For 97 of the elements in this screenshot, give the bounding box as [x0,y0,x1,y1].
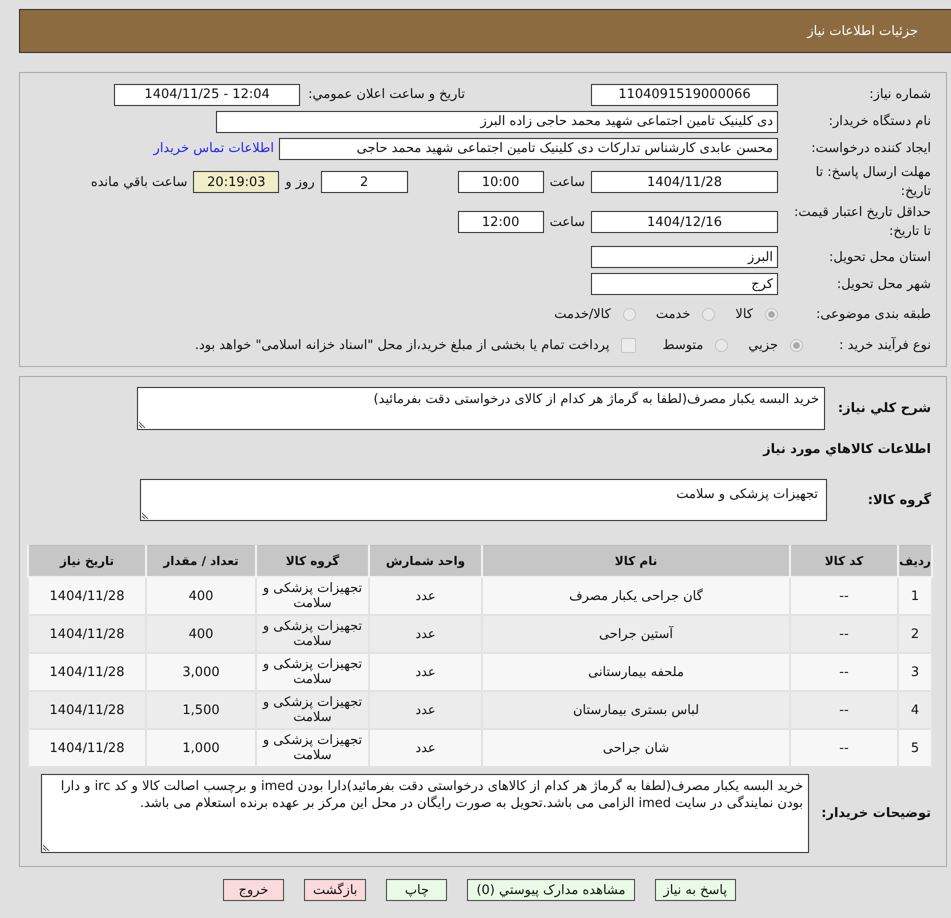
radio-label: کالا [735,306,753,322]
field-label: شماره نیاز: [868,87,931,102]
table-cell: -- [790,691,898,729]
table-cell: 5 [898,729,932,767]
city-field[interactable]: کرج [591,273,778,295]
text-area[interactable]: تجهیزات پزشکی و سلامت [140,479,827,521]
table-cell: تجهیزات پزشکی و سلامت [256,729,369,767]
table-cell: عدد [369,577,482,615]
table-cell: -- [790,615,898,653]
table-cell: 1404/11/28 [28,577,146,615]
table-cell: 2 [898,615,932,653]
radio-button[interactable] [715,338,728,352]
table-cell: -- [790,653,898,691]
radio-label: خدمت [656,306,690,322]
table-cell: آستین جراحی [482,615,790,653]
column-header: تاریخ نیاز [28,546,146,577]
field-label: طبقه بندی موضوعی: [814,306,931,322]
need-number-field[interactable]: 1104091519000066 [591,84,778,106]
table-cell: 1 [898,577,932,615]
table-cell: 1404/11/28 [28,653,146,691]
action-button[interactable]: مشاهده مدارک پیوستي (0) [467,879,634,901]
table-cell: 400 [146,577,256,615]
table-cell: تجهیزات پزشکی و سلامت [256,653,369,691]
table-cell: -- [790,729,898,767]
action-button[interactable]: پاسخ به نیاز [654,879,736,901]
radio-button[interactable] [790,338,803,352]
table-cell: 1404/11/28 [28,691,146,729]
column-header: گروه کالا [256,546,369,577]
remaining-time-field[interactable]: 20:19:03 [193,171,280,193]
resize-grip-icon[interactable] [139,421,146,428]
column-header: نام کالا [482,546,790,577]
table-cell: لباس بستری بیمارستان [482,691,790,729]
table-cell: 4 [898,691,932,729]
table-cell: عدد [369,653,482,691]
days-field[interactable]: 2 [320,171,408,193]
table-cell: تجهیزات پزشکی و سلامت [256,577,369,615]
table-cell: شان جراحی [482,729,790,767]
field-label: استان محل تحویل: [828,250,931,264]
deadline-date-field[interactable]: 1404/11/28 [591,171,778,193]
field-label: شهر محل تحویل: [836,276,931,292]
table-cell: عدد [369,691,482,729]
radio-label: کالا/خدمت [554,306,611,322]
buyer-name-field[interactable]: دی کلینیک تامین اجتماعی شهید محمد حاجی زاده البرز [216,110,778,132]
column-header: واحد شمارش [369,546,482,577]
announce-date-field[interactable]: 1404/11/25 - 12:04 [114,84,300,106]
requester-field[interactable]: محسن عابدی کارشناس تدارکات دی کلینیک تامین اجتماعی شهید محمد حاجی [279,138,778,160]
radio-label: جزيي [748,338,778,352]
action-button[interactable]: بازگشت [304,879,366,901]
text-area[interactable]: خرید البسه یکبار مصرف(لطفا به گرماژ هر کدام از کالای درخواستی دقت بفرمائید) [137,387,825,430]
checkbox-label: پرداخت تمام یا بخشی از مبلغ خرید،از محل "اسناد خزانه اسلامی" خواهد بود. [194,338,610,352]
action-button[interactable]: خروج [223,879,284,901]
checkbox[interactable] [621,338,636,352]
radio-button[interactable] [765,308,778,320]
table-cell: 1,000 [146,729,256,767]
contact-link[interactable]: اطلاعات تماس خریدار [154,141,274,156]
field-label: گروه کالا: [866,492,931,508]
table-cell: 1,500 [146,691,256,729]
table-cell: -- [790,577,898,615]
resize-grip-icon[interactable] [43,844,50,851]
deadline-time-field[interactable]: 10:00 [458,171,544,193]
validity-date-field[interactable]: 1404/12/16 [591,211,778,233]
radio-button[interactable] [702,308,716,320]
column-header: تعداد / مقدار [146,546,256,577]
table-cell: 3 [898,653,932,691]
field-label: نام دستگاه خریدار: [828,114,931,129]
field-label: تاریخ و ساعت اعلان عمومي: [308,87,465,102]
table-cell: 400 [146,615,256,653]
table-cell: 3,000 [146,653,256,691]
table-cell: تجهیزات پزشکی و سلامت [256,691,369,729]
field-label: ایجاد کننده درخواست: [810,141,931,156]
page-title: جزئیات اطلاعات نیاز [807,24,918,38]
section-heading: اطلاعات کالاهاي مورد نیاز [762,441,931,459]
table-cell: تجهیزات پزشکی و سلامت [256,615,369,653]
column-header: کد کالا [790,546,898,577]
validity-time-field[interactable]: 12:00 [458,211,544,233]
text-area[interactable]: خرید البسه یکبار مصرف(لطفا به گرماژ هر کدام از کالاهای درخواستی دقت بفرمائید)دارا بودن imed و برچسب اصالت کالا و کد irc و دارا بودن نمایندگی در سایت imed الزامی می باشد.تحویل به صورت رایگان در محل این مرکز بر عهده برنده استعلام می باشد. [41,774,809,853]
table-cell: عدد [369,729,482,767]
field-label: ساعت [550,174,585,190]
table-cell: عدد [369,615,482,653]
field-label: ساعت [550,214,585,230]
table-cell: 1404/11/28 [28,615,146,653]
radio-label: متوسط [662,338,704,352]
field-label: شرح کلي نیاز: [836,401,931,416]
column-header: ردیف [898,546,932,577]
radio-button[interactable] [622,308,636,320]
field-label: مهلت ارسال پاسخ: تا تاریخ: [814,164,931,201]
province-field[interactable]: البرز [591,246,778,268]
table-cell: گان جراحی یکبار مصرف [482,577,790,615]
action-button[interactable]: چاپ [386,879,448,901]
table-cell: 1404/11/28 [28,729,146,767]
field-label: روز و [285,174,315,190]
field-label: ساعت باقي مانده [90,174,188,190]
table-cell: ملحفه بیمارستانی [482,653,790,691]
field-label: نوع فرآیند خرید : [838,338,931,352]
resize-grip-icon[interactable] [142,512,149,519]
field-label: توضیحات خریدار: [820,806,931,821]
field-label: حداقل تاریخ اعتبار قیمت: تا تاریخ: [792,204,931,241]
